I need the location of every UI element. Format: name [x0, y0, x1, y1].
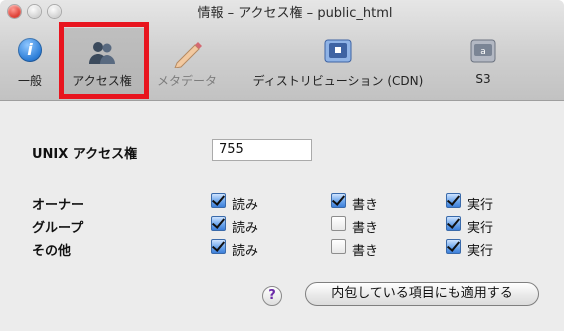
others-write-label: 書き — [352, 244, 379, 259]
group-execute-checkbox[interactable] — [446, 216, 461, 231]
help-button[interactable]: ? — [262, 286, 282, 306]
apply-to-enclosed-items-button[interactable]: 内包している項目にも適用する — [305, 282, 539, 306]
toolbar-label-s3: S3 — [475, 72, 491, 86]
group-execute-label: 実行 — [467, 221, 494, 236]
owner-write-checkbox[interactable] — [331, 193, 346, 208]
toolbar-label-general: 一般 — [17, 74, 42, 88]
others-read-label: 読み — [232, 244, 259, 259]
group-read-label: 読み — [232, 221, 259, 236]
pencil-icon — [174, 42, 202, 68]
svg-text:a: a — [480, 47, 486, 57]
owner-execute-checkbox[interactable] — [446, 193, 461, 208]
owner-read-checkbox[interactable] — [211, 193, 226, 208]
info-icon: i — [18, 38, 42, 62]
others-label: その他 — [32, 244, 72, 259]
others-write-checkbox[interactable] — [331, 239, 346, 254]
toolbar-label-distribution: ディストリビューション (CDN) — [252, 74, 424, 88]
owner-write-label: 書き — [352, 198, 379, 213]
owner-read-label: 読み — [232, 198, 259, 213]
unix-permissions-label: UNIX アクセス権 — [32, 147, 138, 162]
others-read-checkbox[interactable] — [211, 239, 226, 254]
owner-label: オーナー — [32, 198, 85, 213]
group-read-checkbox[interactable] — [211, 216, 226, 231]
selection-highlight — [59, 22, 149, 99]
info-window: 情報 – アクセス権 – public_html i 一般 アクセス権 メタデー… — [0, 0, 564, 331]
others-execute-label: 実行 — [467, 244, 494, 259]
toolbar-label-metadata: メタデータ — [156, 74, 217, 88]
book-icon — [324, 39, 352, 63]
group-write-label: 書き — [352, 221, 379, 236]
others-execute-checkbox[interactable] — [446, 239, 461, 254]
owner-execute-label: 実行 — [467, 198, 494, 213]
group-label: グループ — [32, 221, 84, 236]
bucket-icon: a — [470, 39, 496, 63]
group-write-checkbox[interactable] — [331, 216, 346, 231]
unix-permissions-field[interactable]: 755 — [212, 139, 312, 161]
